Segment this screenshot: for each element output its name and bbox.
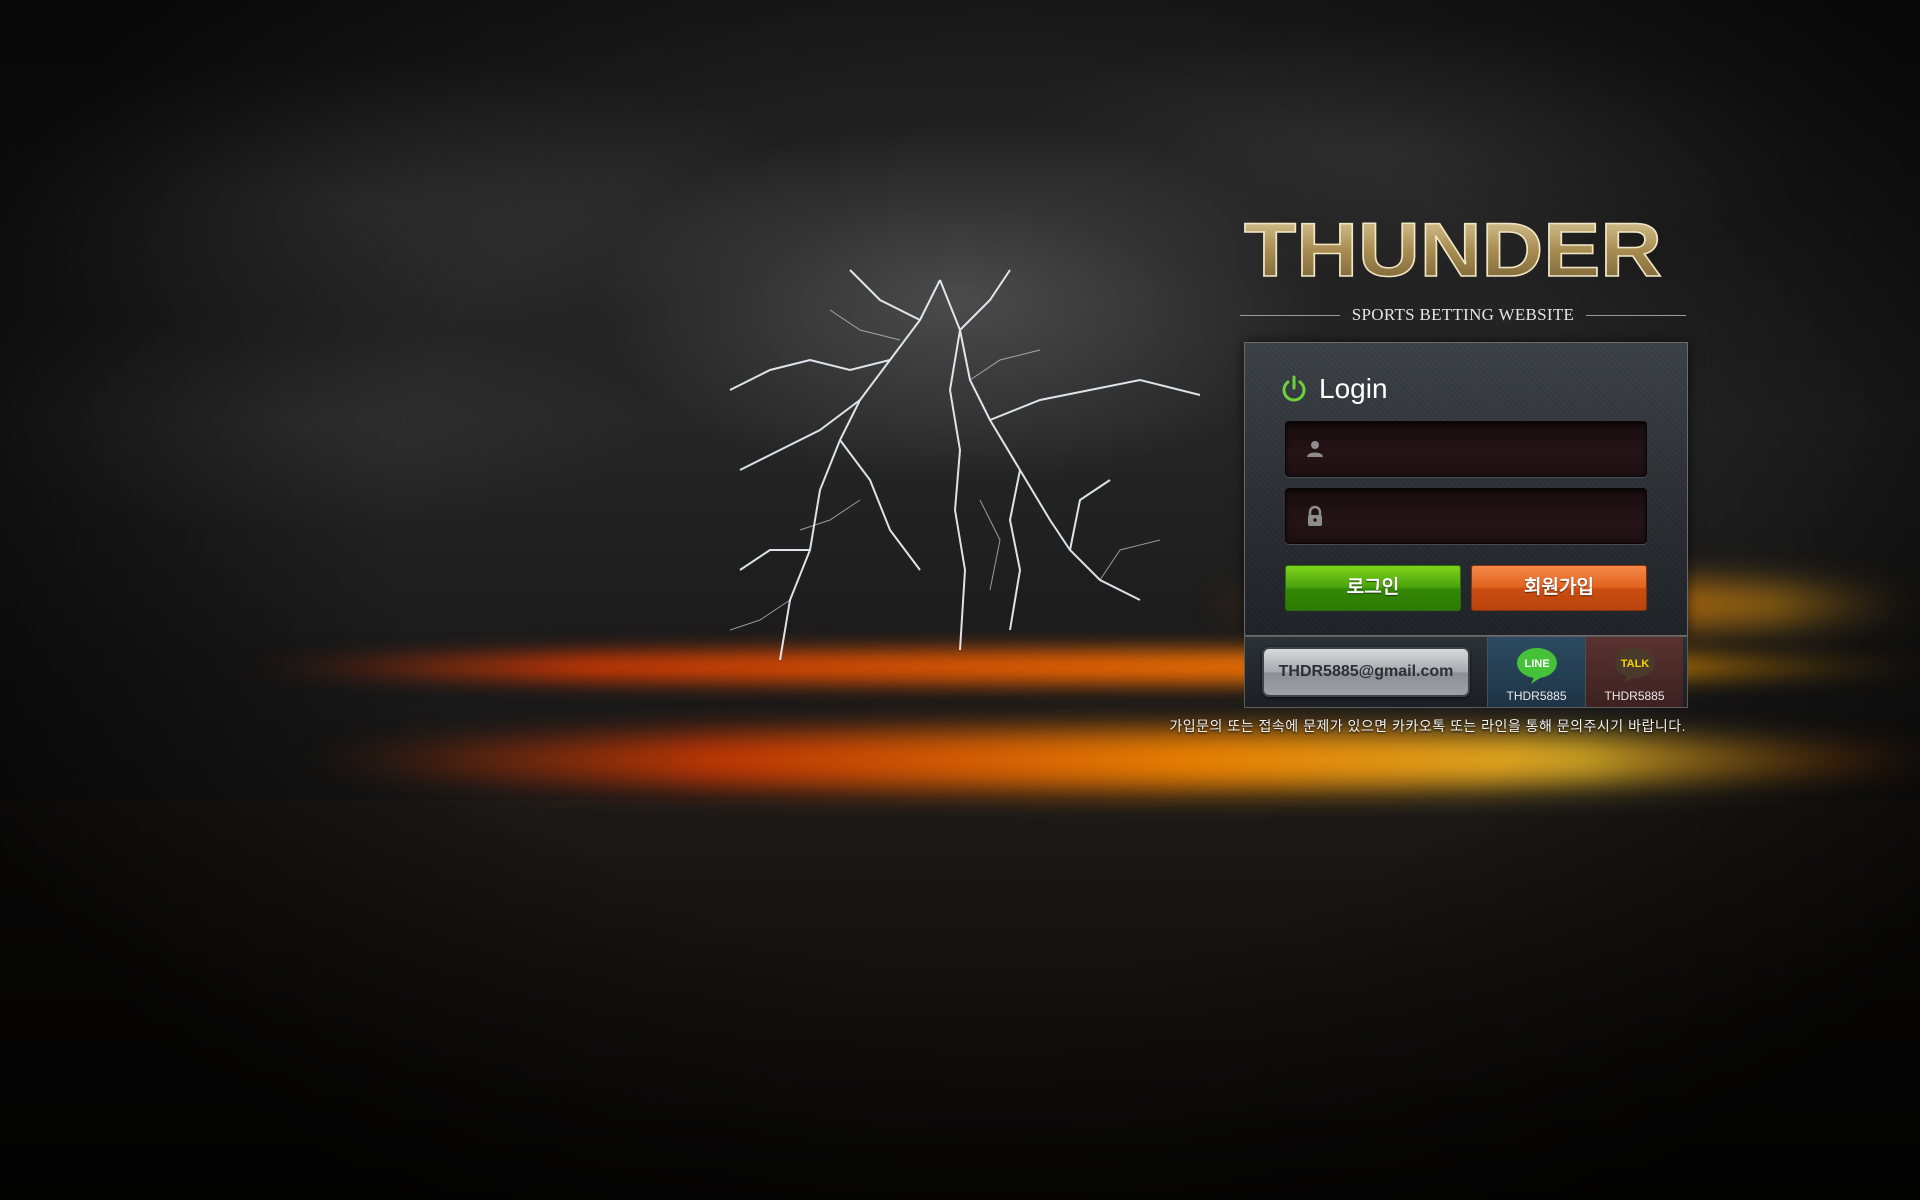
line-id: THDR5885 <box>1506 689 1567 703</box>
password-field[interactable] <box>1285 488 1647 544</box>
login-heading: Login <box>1279 373 1388 405</box>
contact-bar: THDR5885@gmail.com LINE THDR5885 TALK TH… <box>1244 636 1688 708</box>
login-panel: Login 로그인 회원가입 <box>1244 342 1688 636</box>
logo-wordmark: THUNDER <box>1244 210 1662 290</box>
power-icon <box>1282 375 1306 402</box>
login-button[interactable]: 로그인 <box>1285 565 1461 611</box>
tagline-divider-left <box>1240 314 1340 316</box>
signup-button[interactable]: 회원가입 <box>1471 565 1647 611</box>
line-contact-button[interactable]: LINE THDR5885 <box>1487 637 1585 707</box>
kakaotalk-id: THDR5885 <box>1604 689 1665 703</box>
username-input[interactable] <box>1338 432 1636 466</box>
lock-icon <box>1308 505 1322 526</box>
kakaotalk-icon: TALK <box>1614 648 1655 683</box>
user-icon <box>1307 441 1323 457</box>
kakaotalk-contact-button[interactable]: TALK THDR5885 <box>1585 637 1683 707</box>
tagline-divider-right <box>1586 314 1686 316</box>
username-field[interactable] <box>1285 421 1647 477</box>
login-title: Login <box>1319 373 1388 404</box>
line-chat-icon: LINE <box>1516 648 1557 684</box>
tagline-row: SPORTS BETTING WEBSITE <box>1240 302 1686 328</box>
talk-icon-label: TALK <box>1620 658 1649 670</box>
email-container: THDR5885@gmail.com <box>1245 637 1487 707</box>
contact-email[interactable]: THDR5885@gmail.com <box>1262 647 1470 697</box>
line-icon-label: LINE <box>1524 658 1549 670</box>
thunder-logo: THUNDER <box>1244 210 1663 290</box>
tagline: SPORTS BETTING WEBSITE <box>1351 305 1575 324</box>
password-input[interactable] <box>1338 499 1636 533</box>
contact-notice: 가입문의 또는 접속에 문제가 있으면 카카오톡 또는 라인을 통해 문의주시기… <box>1169 718 1686 734</box>
